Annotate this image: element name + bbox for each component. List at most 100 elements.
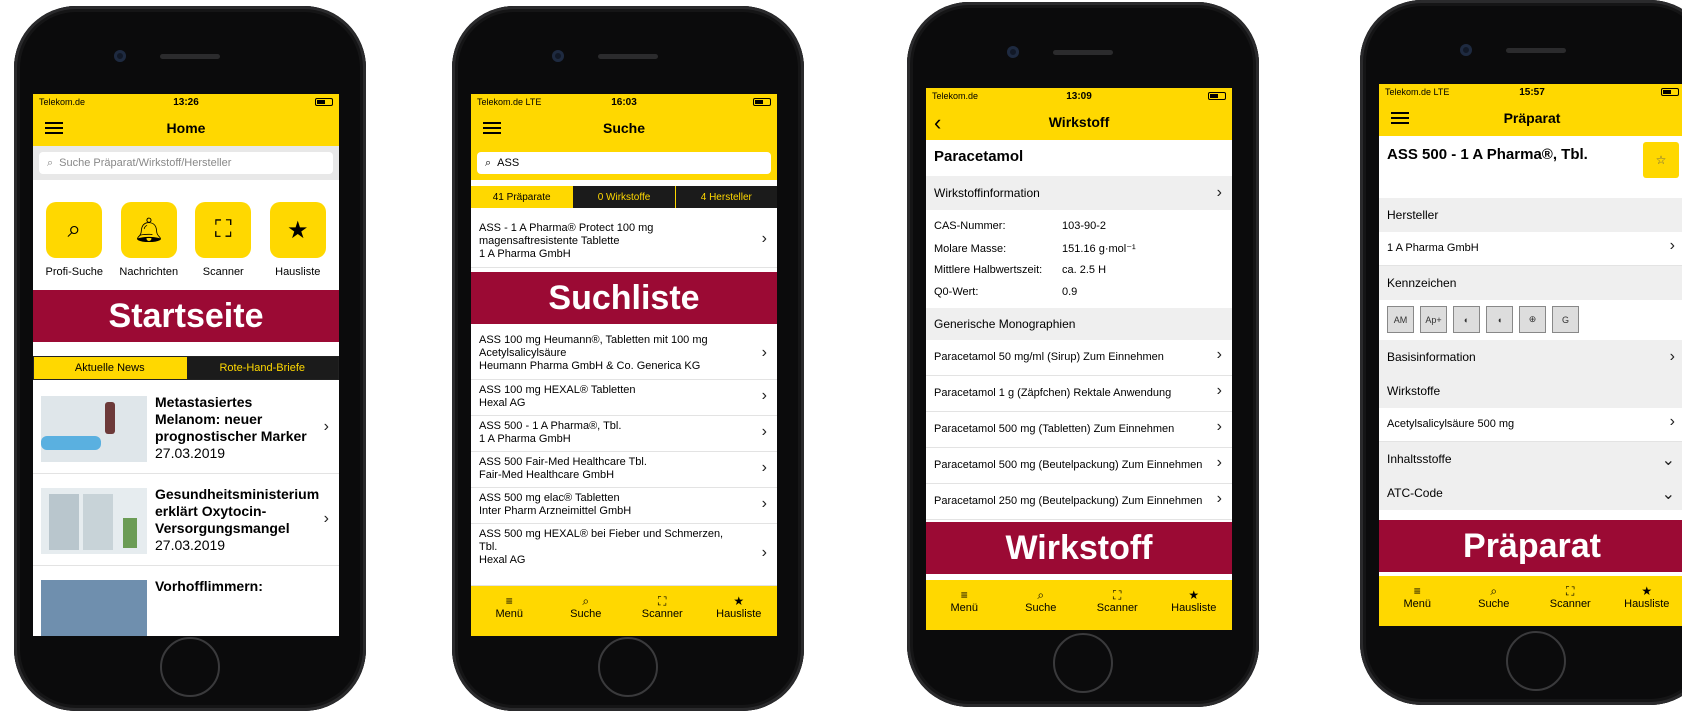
search-icon: ⌕ [47, 156, 54, 169]
search-icon: ⌕ [582, 594, 590, 608]
result-row[interactable]: ASS 500 Fair-Med Healthcare Tbl. Fair-Me… [471, 452, 777, 488]
banner-startseite: Startseite [33, 290, 339, 342]
search-icon: ⌕ [1490, 584, 1498, 598]
home-button[interactable] [1506, 631, 1566, 691]
result-line: Inter Pharm Arzneimittel GmbH [479, 505, 632, 517]
search-bar: ⌕ ASS [471, 146, 777, 180]
news-thumbnail [41, 580, 147, 636]
monograph-row[interactable]: Paracetamol 500 mg (Tabletten) Zum Einne… [926, 412, 1232, 448]
tabbar-suche[interactable]: ⌕ Suche [1003, 580, 1080, 630]
speaker [598, 54, 658, 59]
home-button[interactable] [160, 637, 220, 697]
tabbar-menu[interactable]: ≡ Menü [1379, 576, 1456, 626]
quick-nachrichten[interactable]: 🔔︎ Nachrichten [114, 202, 184, 298]
status-bar: Telekom.de LTE 16:03 [471, 94, 777, 110]
chevron-right-icon: › [323, 510, 329, 527]
section-wirkstoffe: Wirkstoffe [1379, 374, 1682, 408]
tabbar-menu[interactable]: ≡ Menü [926, 580, 1003, 630]
front-camera [552, 50, 564, 62]
favorite-star-button[interactable]: ☆ [1643, 142, 1679, 178]
search-input[interactable]: ⌕ ASS [477, 152, 771, 174]
quick-hausliste[interactable]: ★ Hausliste [263, 202, 333, 298]
news-date: 27.03.2019 [155, 445, 226, 461]
chevron-right-icon: › [1669, 348, 1675, 365]
tabbar-hausliste[interactable]: ★ Hausliste [1609, 576, 1682, 626]
news-thumbnail [41, 396, 147, 462]
result-line: Heumann Pharma GmbH & Co. Generica KG [479, 360, 701, 372]
star-icon: ★ [733, 594, 745, 608]
monograph-row[interactable]: Paracetamol 250 mg (Beutelpackung) Zum E… [926, 484, 1232, 520]
result-row[interactable]: ASS 500 - 1 A Pharma®, Tbl. 1 A Pharma G… [471, 416, 777, 452]
chevron-right-icon: › [1216, 184, 1222, 201]
hersteller-row[interactable]: 1 A Pharma GmbH › [1379, 232, 1682, 266]
status-bar: Telekom.de 13:09 [926, 88, 1232, 104]
tabbar-label: Scanner [641, 608, 683, 620]
nav-bar: Präparat [1379, 100, 1682, 136]
result-row[interactable]: ASS 500 mg HEXAL® bei Fieber und Schmerz… [471, 524, 777, 586]
home-button[interactable] [598, 637, 658, 697]
prop-row: Molare Masse: 151.16 g·mol⁻¹ [934, 243, 1136, 255]
battery-icon [1208, 92, 1226, 100]
tab-bar: ≡ Menü ⌕ Suche ⛶ Scanner ★ Hausliste [471, 586, 777, 636]
tabbar-hausliste[interactable]: ★ Hausliste [701, 586, 778, 636]
prop-row: Q0-Wert: 0.9 [934, 286, 1078, 298]
tabbar-menu[interactable]: ≡ Menü [471, 586, 548, 636]
monograph-row[interactable]: Paracetamol 500 mg (Beutelpackung) Zum E… [926, 448, 1232, 484]
quick-label: Scanner [202, 266, 244, 278]
tabbar-label: Suche [1025, 602, 1057, 614]
section-inhaltsstoffe[interactable]: Inhaltsstoffe ⌄ [1379, 442, 1682, 476]
result-line: ASS 500 mg elac® Tabletten [479, 492, 620, 504]
quick-profi-suche[interactable]: ⌕ Profi-Suche [39, 202, 109, 298]
result-row[interactable]: ASS 100 mg Heumann®, Tabletten mit 100 m… [471, 330, 777, 380]
tab-hersteller[interactable]: 4 Hersteller [674, 186, 777, 208]
tabbar-suche[interactable]: ⌕ Suche [1456, 576, 1533, 626]
tabbar-scanner[interactable]: ⛶ Scanner [624, 586, 701, 636]
clock: 13:09 [1066, 91, 1092, 102]
tabbar-hausliste[interactable]: ★ Hausliste [1156, 580, 1233, 630]
result-row[interactable]: ASS 100 mg HEXAL® Tabletten Hexal AG › [471, 380, 777, 416]
tabbar-label: Hausliste [716, 608, 762, 620]
result-row[interactable]: ASS - 1 A Pharma® Protect 100 mg magensa… [471, 214, 777, 268]
tabbar-label: Menü [950, 602, 979, 614]
tabbar-scanner[interactable]: ⛶ Scanner [1079, 580, 1156, 630]
section-basisinformation[interactable]: Basisinformation › [1379, 340, 1682, 374]
scan-frame-icon: ⛶ [195, 202, 252, 258]
segment-aktuelle-news[interactable]: Aktuelle News [34, 357, 186, 379]
search-input[interactable]: ⌕ Suche Präparat/Wirkstoff/Hersteller [39, 152, 333, 174]
chevron-right-icon: › [761, 343, 767, 361]
badge-crosshair-icon: ⊕ [1519, 306, 1546, 333]
result-line: magensaftresistente Tablette [479, 235, 620, 247]
wirkstoff-row[interactable]: Acetylsalicylsäure 500 mg › [1379, 408, 1682, 442]
tabbar-label: Suche [1478, 598, 1510, 610]
prop-row: CAS-Nummer: 103-90-2 [934, 220, 1107, 232]
prop-row: Mittlere Halbwertszeit: ca. 2.5 H [934, 264, 1107, 276]
search-bar: ⌕ Suche Präparat/Wirkstoff/Hersteller [33, 146, 339, 180]
news-item[interactable]: Metastasiertes Melanom: neuer prognostis… [33, 384, 339, 474]
banner-wirkstoff: Wirkstoff [926, 522, 1232, 574]
section-atc-code[interactable]: ATC-Code ⌄ [1379, 476, 1682, 510]
bell-icon: 🔔︎ [120, 202, 177, 258]
news-thumbnail [41, 488, 147, 554]
quick-scanner[interactable]: ⛶ Scanner [188, 202, 258, 298]
news-item[interactable]: Vorhofflimmern: [33, 568, 339, 636]
chevron-right-icon: › [761, 422, 767, 440]
monograph-row[interactable]: Paracetamol 1 g (Zäpfchen) Rektale Anwen… [926, 376, 1232, 412]
tabbar-suche[interactable]: ⌕ Suche [548, 586, 625, 636]
front-camera [1007, 46, 1019, 58]
monograph-row[interactable]: Paracetamol 50 mg/ml (Sirup) Zum Einnehm… [926, 340, 1232, 376]
home-button[interactable] [1053, 633, 1113, 693]
result-line: ASS 100 mg Heumann®, Tabletten mit 100 m… [479, 334, 708, 346]
tabbar-label: Hausliste [1624, 598, 1670, 610]
tabbar-scanner[interactable]: ⛶ Scanner [1532, 576, 1609, 626]
result-line: Acetylsalicylsäure [479, 347, 567, 359]
magnifier-icon: ⌕ [46, 202, 103, 258]
result-row[interactable]: ASS 500 mg elac® Tabletten Inter Pharm A… [471, 488, 777, 524]
tab-praeparate[interactable]: 41 Präparate [471, 186, 573, 208]
battery-icon [753, 98, 771, 106]
segment-rote-hand-briefe[interactable]: Rote-Hand-Briefe [185, 357, 338, 379]
result-line: Hexal AG [479, 554, 526, 566]
tab-wirkstoffe[interactable]: 0 Wirkstoffe [572, 186, 675, 208]
section-wirkstoffinformation[interactable]: Wirkstoffinformation › [926, 176, 1232, 210]
section-label: Generische Monographien [934, 317, 1076, 331]
news-item[interactable]: Gesundheitsministerium erklärt Oxytocin-… [33, 476, 339, 566]
